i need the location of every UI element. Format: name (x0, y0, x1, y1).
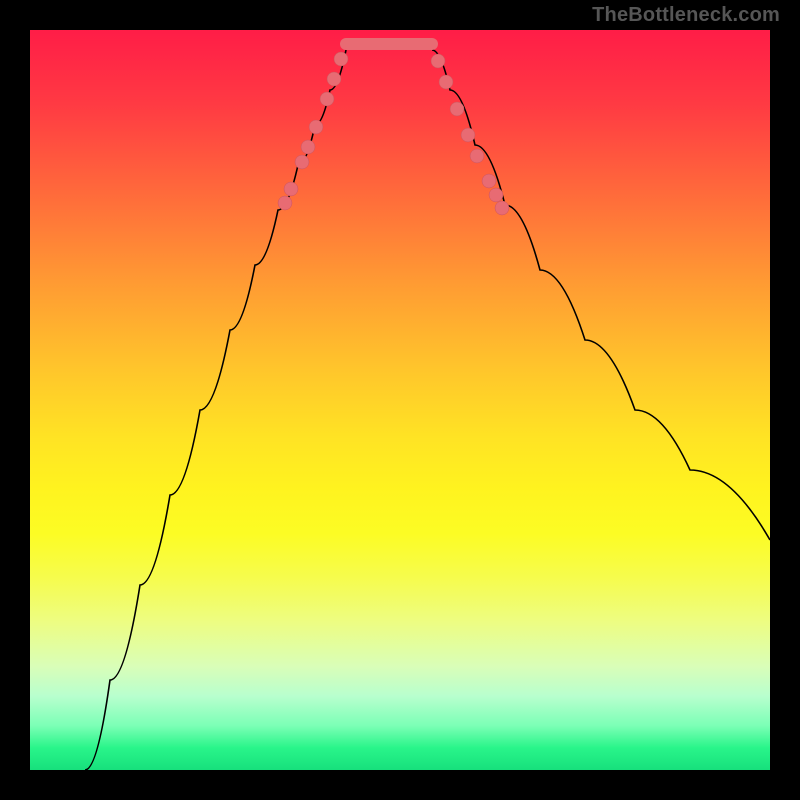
data-dot (320, 92, 334, 106)
data-dot (482, 174, 496, 188)
data-dot (495, 201, 509, 215)
plot-area (30, 30, 770, 770)
right-curve (432, 50, 770, 540)
dots-right (431, 54, 509, 215)
data-dot (431, 54, 445, 68)
data-dot (439, 75, 453, 89)
curve-layer (30, 30, 770, 770)
data-dot (470, 149, 484, 163)
watermark-text: TheBottleneck.com (592, 4, 780, 27)
data-dot (309, 120, 323, 134)
data-dot (278, 196, 292, 210)
data-dot (334, 52, 348, 66)
data-dot (489, 188, 503, 202)
chart-frame: TheBottleneck.com (0, 0, 800, 800)
data-dot (295, 155, 309, 169)
data-dot (301, 140, 315, 154)
data-dot (461, 128, 475, 142)
dots-left (278, 52, 348, 210)
data-dot (284, 182, 298, 196)
data-dot (450, 102, 464, 116)
data-dot (327, 72, 341, 86)
